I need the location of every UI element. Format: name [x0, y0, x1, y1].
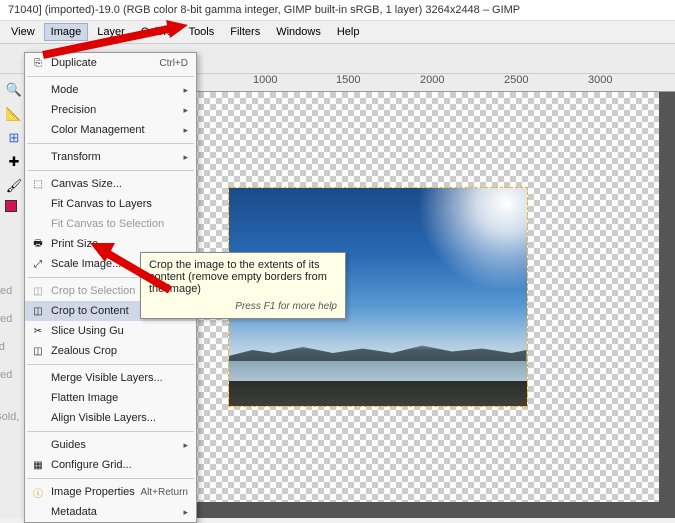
- info-icon: ⓘ: [31, 485, 45, 500]
- clone-icon[interactable]: ⊞: [4, 128, 24, 148]
- window-title: 71040] (imported)-19.0 (RGB color 8-bit …: [0, 0, 675, 21]
- menu-colors[interactable]: Colors: [134, 23, 180, 41]
- menu-flatten[interactable]: Flatten Image: [25, 388, 196, 408]
- submenu-arrow-icon: ▸: [183, 152, 188, 163]
- menu-precision[interactable]: Precision▸: [25, 100, 196, 120]
- menu-guides[interactable]: Guides▸: [25, 435, 196, 455]
- menu-metadata[interactable]: Metadata▸: [25, 502, 196, 522]
- print-icon: 🖶: [31, 236, 45, 253]
- slice-icon: ✂: [31, 326, 45, 337]
- menu-configure-grid[interactable]: ▦Configure Grid...: [25, 455, 196, 475]
- menu-image[interactable]: Image: [44, 23, 89, 41]
- menu-transform[interactable]: Transform▸: [25, 147, 196, 167]
- menu-align-visible[interactable]: Align Visible Layers...: [25, 408, 196, 428]
- menu-filters[interactable]: Filters: [223, 23, 267, 41]
- menu-layer[interactable]: Layer: [90, 23, 132, 41]
- duplicate-icon: ⎘: [31, 58, 45, 69]
- menu-canvas-size[interactable]: ⬚Canvas Size...: [25, 174, 196, 194]
- measure-icon[interactable]: 📐: [4, 104, 24, 124]
- menu-zealous-crop[interactable]: ◫Zealous Crop: [25, 341, 196, 361]
- crop-icon: ◫: [31, 306, 45, 317]
- tooltip: Crop the image to the extents of its con…: [140, 252, 346, 319]
- menu-view[interactable]: View: [4, 23, 42, 41]
- magnify-icon[interactable]: 🔍: [4, 80, 24, 100]
- menu-fit-canvas-layers[interactable]: Fit Canvas to Layers: [25, 194, 196, 214]
- submenu-arrow-icon: ▸: [183, 125, 188, 136]
- submenu-arrow-icon: ▸: [183, 105, 188, 116]
- menu-merge-visible[interactable]: Merge Visible Layers...: [25, 368, 196, 388]
- tooltip-help-hint: Press F1 for more help: [149, 301, 337, 312]
- menu-mode[interactable]: Mode▸: [25, 80, 196, 100]
- grid-icon: ▦: [31, 460, 45, 471]
- heal-icon[interactable]: ✚: [4, 152, 24, 172]
- menu-fit-canvas-selection: Fit Canvas to Selection: [25, 214, 196, 234]
- menu-windows[interactable]: Windows: [269, 23, 328, 41]
- paint-icon[interactable]: 🖌: [4, 176, 24, 196]
- menu-image-properties[interactable]: ⓘImage PropertiesAlt+Return: [25, 482, 196, 502]
- crop-icon: ◫: [31, 346, 45, 357]
- menu-bar: View Image Layer Colors Tools Filters Wi…: [0, 21, 675, 44]
- menu-slice-guides[interactable]: ✂Slice Using Gu: [25, 321, 196, 341]
- swatch-icon[interactable]: [5, 200, 23, 218]
- menu-help[interactable]: Help: [330, 23, 367, 41]
- menu-tools[interactable]: Tools: [182, 23, 222, 41]
- menu-color-management[interactable]: Color Management▸: [25, 120, 196, 140]
- canvas-size-icon: ⬚: [31, 179, 45, 190]
- submenu-arrow-icon: ▸: [183, 85, 188, 96]
- submenu-arrow-icon: ▸: [183, 440, 188, 451]
- tooltip-body: Crop the image to the extents of its con…: [149, 259, 337, 295]
- scale-icon: ⤢: [31, 259, 45, 270]
- menu-duplicate[interactable]: ⎘DuplicateCtrl+D: [25, 53, 196, 73]
- menu-print-size[interactable]: 🖶Print Size...: [25, 234, 196, 254]
- crop-icon: ◫: [31, 286, 45, 297]
- submenu-arrow-icon: ▸: [183, 507, 188, 518]
